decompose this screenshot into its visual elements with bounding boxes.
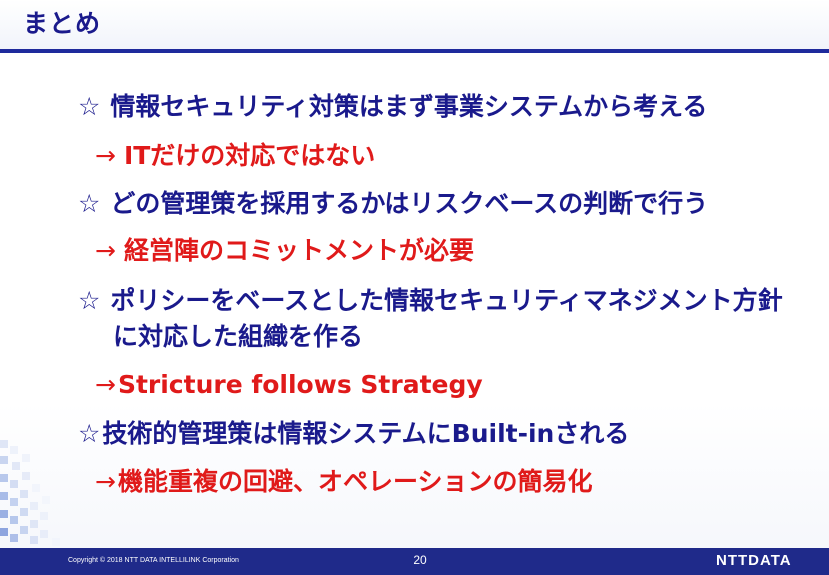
sub-item-text: ITだけの対応ではない — [123, 141, 376, 170]
footer-copyright: Copyright © 2018 NTT DATA INTELLILINK Co… — [68, 557, 239, 564]
bullet-item-text: に対応した組織を作る — [113, 322, 364, 351]
sub-item-text: 経営陣のコミットメントが必要 — [123, 236, 474, 265]
sub-item-2: → 経営陣のコミットメントが必要 — [95, 234, 474, 268]
star-outline-icon: ☆ — [78, 189, 101, 218]
star-outline-icon: ☆ — [78, 419, 101, 448]
slide: まとめ ☆ 情報セキュリティ対策はまず事業システムから考える → ITだけの対応では… — [0, 0, 829, 575]
bullet-item-3: ☆ ポリシーをベースとした情報セキュリティマネジメント方針 — [78, 284, 783, 318]
bullet-item-1: ☆ 情報セキュリティ対策はまず事業システムから考える — [78, 90, 707, 124]
right-arrow-icon: → — [95, 141, 116, 170]
sub-item-3: →Stricture follows Strategy — [95, 368, 483, 402]
sub-item-text: 機能重複の回避、オペレーションの簡易化 — [117, 467, 593, 496]
bullet-item-text: どの管理策を採用するかはリスクベースの判断で行う — [110, 189, 709, 218]
bullet-item-2: ☆ どの管理策を採用するかはリスクベースの判断で行う — [78, 187, 708, 221]
sub-item-1: → ITだけの対応ではない — [95, 139, 375, 173]
bullet-item-text: ポリシーをベースとした情報セキュリティマネジメント方針 — [110, 286, 783, 315]
sub-item-text: Stricture follows Strategy — [117, 370, 483, 399]
decorative-mosaic — [0, 440, 60, 546]
sub-item-4: →機能重複の回避、オペレーションの簡易化 — [95, 465, 592, 499]
star-outline-icon: ☆ — [78, 92, 101, 121]
bullet-item-text: 情報セキュリティ対策はまず事業システムから考える — [110, 92, 708, 121]
slide-content: ☆ 情報セキュリティ対策はまず事業システムから考える → ITだけの対応ではない ☆… — [0, 0, 829, 575]
bullet-item-text: 技術的管理策は情報システムにBuilt-inされる — [102, 419, 630, 448]
right-arrow-icon: → — [95, 236, 116, 265]
bullet-item-4: ☆技術的管理策は情報システムにBuilt-inされる — [78, 417, 629, 451]
page-number: 20 — [413, 553, 427, 567]
company-logo: NTTDATA — [716, 552, 792, 569]
right-arrow-icon: → — [95, 370, 116, 399]
star-outline-icon: ☆ — [78, 286, 101, 315]
bullet-item-3-continuation: に対応した組織を作る — [113, 320, 363, 354]
right-arrow-icon: → — [95, 467, 116, 496]
